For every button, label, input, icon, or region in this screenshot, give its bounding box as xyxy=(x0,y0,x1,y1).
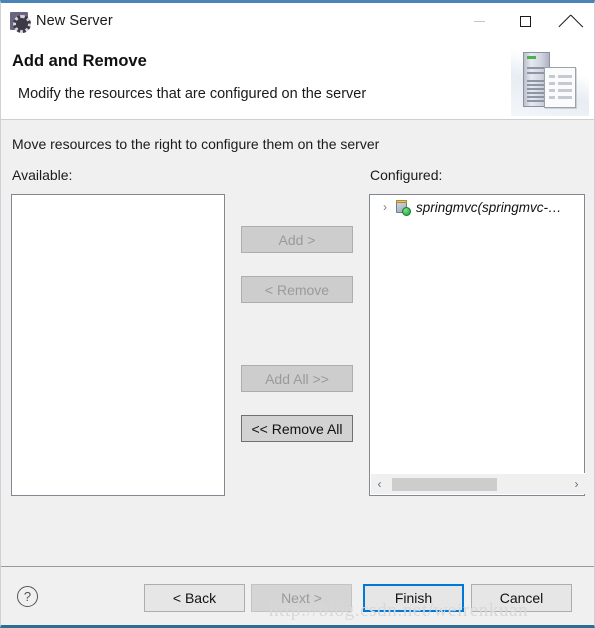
list-item[interactable]: › springmvc(springmvc-… xyxy=(370,195,584,219)
chevron-right-icon[interactable]: › xyxy=(378,201,392,213)
page-subtitle: Modify the resources that are configured… xyxy=(18,86,367,102)
maximize-button[interactable] xyxy=(502,3,548,39)
horizontal-scrollbar[interactable]: ‹ › xyxy=(371,473,585,494)
add-button[interactable]: Add > xyxy=(241,226,353,253)
configured-resources-list[interactable]: › springmvc(springmvc-… ‹ › xyxy=(369,194,585,496)
scrollbar-track[interactable] xyxy=(388,474,568,495)
next-button[interactable]: Next > xyxy=(251,584,352,612)
maximize-icon xyxy=(519,15,531,27)
back-button[interactable]: < Back xyxy=(144,584,245,612)
remove-all-button[interactable]: << Remove All xyxy=(241,415,353,442)
web-module-icon xyxy=(394,199,411,216)
dialog-footer: ? < Back Next > Finish Cancel xyxy=(1,566,594,625)
title-bar: New Server xyxy=(1,3,594,39)
finish-button[interactable]: Finish xyxy=(363,584,464,612)
window-title: New Server xyxy=(36,13,113,29)
scrollbar-thumb[interactable] xyxy=(392,477,497,491)
configured-label: Configured: xyxy=(370,167,443,183)
page-title: Add and Remove xyxy=(12,52,147,70)
list-item-label: springmvc(springmvc-… xyxy=(416,199,562,215)
available-label: Available: xyxy=(12,167,73,183)
new-server-dialog: New Server Add and Remove Modify the res… xyxy=(0,0,595,628)
document-icon xyxy=(544,67,576,108)
minimize-button[interactable] xyxy=(456,3,502,39)
instruction-text: Move resources to the right to configure… xyxy=(12,136,380,152)
help-icon[interactable]: ? xyxy=(17,586,38,607)
dialog-header: Add and Remove Modify the resources that… xyxy=(1,39,594,120)
cancel-button[interactable]: Cancel xyxy=(471,584,572,612)
available-resources-list[interactable] xyxy=(11,194,225,496)
minimize-icon xyxy=(473,20,485,22)
server-and-document-illustration xyxy=(511,40,589,118)
remove-button[interactable]: < Remove xyxy=(241,276,353,303)
scroll-right-arrow-icon[interactable]: › xyxy=(568,474,585,495)
server-gear-icon xyxy=(10,12,31,33)
close-button[interactable] xyxy=(548,3,594,39)
dialog-body: Move resources to the right to configure… xyxy=(1,120,594,566)
close-icon xyxy=(565,15,578,28)
add-all-button[interactable]: Add All >> xyxy=(241,365,353,392)
scroll-left-arrow-icon[interactable]: ‹ xyxy=(371,474,388,495)
window-controls xyxy=(456,3,594,39)
